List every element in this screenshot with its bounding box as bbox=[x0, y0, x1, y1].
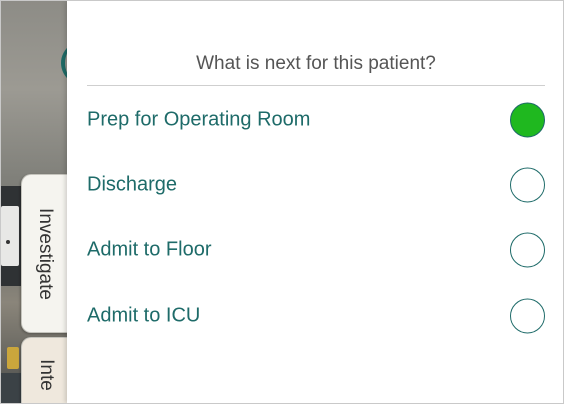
radio-button[interactable] bbox=[510, 232, 545, 268]
scene-device-image bbox=[1, 206, 19, 266]
radio-button[interactable] bbox=[510, 102, 545, 138]
radio-button[interactable] bbox=[510, 167, 545, 203]
app-frame: Investigate Inte What is next for this p… bbox=[0, 0, 564, 404]
disposition-dialog: What is next for this patient? Prep for … bbox=[67, 1, 563, 403]
tab-intervene[interactable]: Inte bbox=[21, 337, 68, 403]
option-prep-for-operating-room[interactable]: Prep for Operating Room bbox=[87, 98, 545, 142]
tab-intervene-label: Inte bbox=[36, 359, 57, 391]
dialog-question: What is next for this patient? bbox=[196, 53, 436, 74]
dialog-divider bbox=[87, 85, 545, 86]
option-label: Discharge bbox=[87, 173, 178, 196]
tab-investigate-label: Investigate bbox=[35, 207, 56, 300]
option-discharge[interactable]: Discharge bbox=[87, 163, 545, 207]
option-admit-to-icu[interactable]: Admit to ICU bbox=[87, 294, 545, 338]
radio-button[interactable] bbox=[510, 298, 545, 334]
option-admit-to-floor[interactable]: Admit to Floor bbox=[87, 228, 545, 272]
option-label: Admit to Floor bbox=[87, 238, 212, 261]
scene-bag-image bbox=[7, 347, 19, 369]
option-label: Prep for Operating Room bbox=[87, 108, 311, 131]
tab-investigate[interactable]: Investigate bbox=[21, 174, 68, 333]
option-label: Admit to ICU bbox=[87, 304, 201, 327]
